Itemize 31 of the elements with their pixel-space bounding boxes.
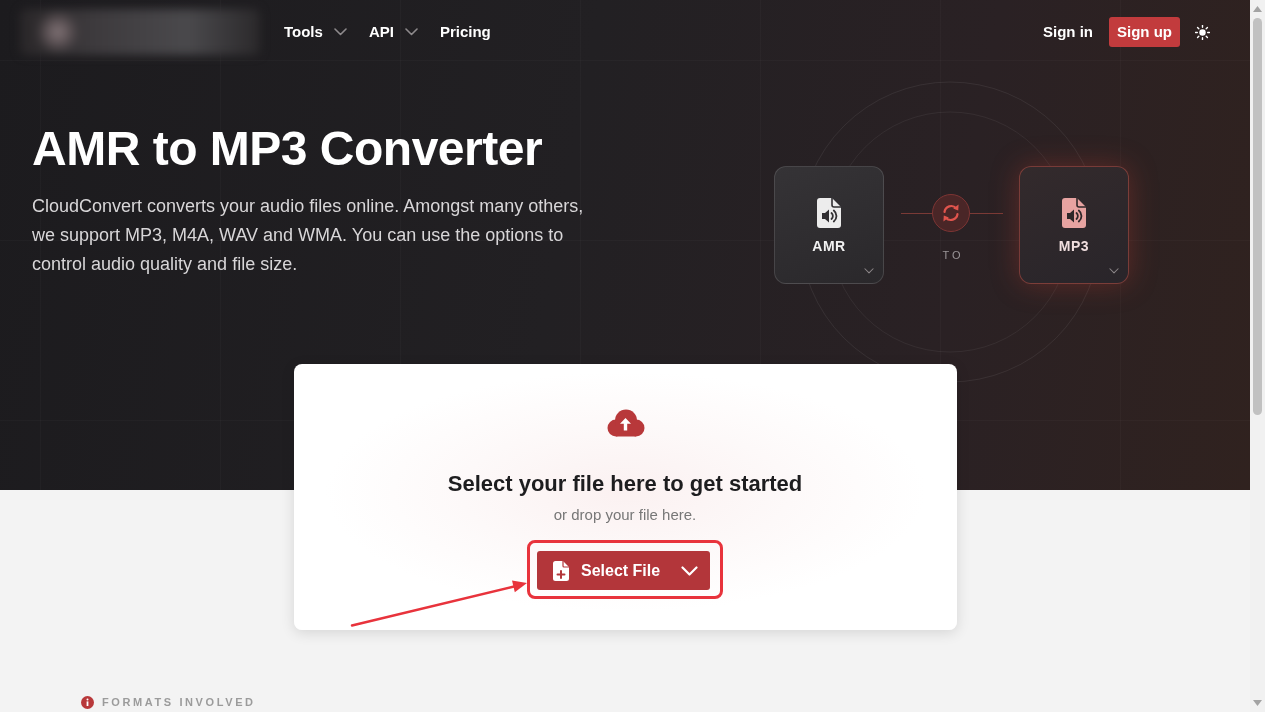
format-label: AMR	[812, 238, 846, 255]
sign-up-button[interactable]: Sign up	[1109, 17, 1180, 47]
audio-file-icon	[817, 198, 841, 228]
upload-heading: Select your file here to get started	[447, 470, 803, 498]
nav-link[interactable]: Pricing	[439, 20, 491, 44]
nav-dropdown[interactable]: Tools	[284, 20, 347, 44]
upload-hint: or drop your file here.	[553, 505, 697, 525]
chevron-down-icon	[864, 268, 874, 274]
page-title: AMR to MP3 Converter	[32, 121, 544, 177]
scroll-down-icon[interactable]	[1253, 700, 1262, 706]
chevron-down-icon	[404, 28, 418, 36]
scroll-up-icon[interactable]	[1253, 6, 1262, 12]
chevron-down-icon	[1109, 268, 1119, 274]
sun-icon[interactable]	[1195, 24, 1210, 40]
section-heading: FORMATS INVOLVED	[102, 696, 256, 709]
nav-dropdown[interactable]: API	[368, 20, 418, 44]
audio-file-icon	[1062, 198, 1086, 228]
chevron-down-icon	[333, 28, 347, 36]
format-label: MP3	[1058, 238, 1090, 255]
cloud-upload-icon	[605, 408, 645, 438]
to-label: TO	[941, 249, 964, 262]
chevron-down-icon	[681, 565, 698, 576]
source-format-selector[interactable]: AMR	[774, 166, 884, 284]
info-icon	[81, 696, 94, 709]
sign-in-link[interactable]: Sign in	[1043, 20, 1093, 44]
sync-icon	[931, 194, 970, 232]
scrollbar-thumb[interactable]	[1253, 18, 1262, 415]
target-format-selector[interactable]: MP3	[1019, 166, 1129, 284]
select-file-button[interactable]: Select File	[537, 551, 710, 590]
description-text: CloudConvert converts your audio files online. Amongst many others, we support MP3, M4A, WAV and WMA. You can use the options to control audio quality and file size.	[32, 195, 585, 276]
file-plus-icon	[553, 560, 569, 581]
